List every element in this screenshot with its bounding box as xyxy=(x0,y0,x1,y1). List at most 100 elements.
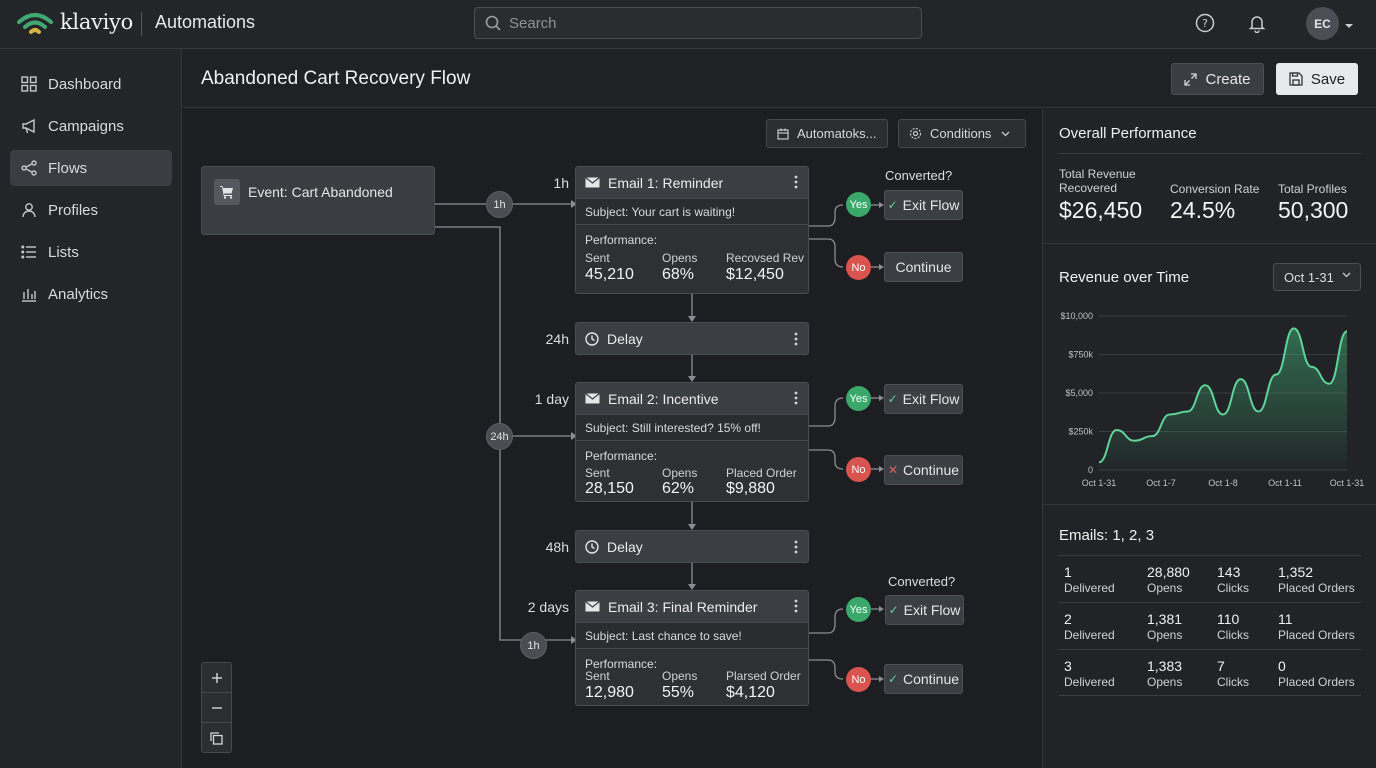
outcome-label: Continue xyxy=(895,259,952,275)
continue-button[interactable]: Continue xyxy=(884,252,963,282)
clicks-value: 7 xyxy=(1217,658,1225,674)
outcome-label: Continue xyxy=(903,462,960,478)
delivered-label: Delivered xyxy=(1064,628,1115,642)
gear-icon xyxy=(909,127,922,140)
continue-button[interactable]: ✓ Continue xyxy=(884,664,963,694)
more-vertical-icon[interactable] xyxy=(794,391,798,405)
wait-pill[interactable]: 1h xyxy=(486,191,513,218)
time-label: 48h xyxy=(545,539,569,555)
section-divider xyxy=(1043,504,1376,505)
search-box[interactable] xyxy=(474,7,922,39)
expand-icon xyxy=(1184,72,1198,86)
trigger-label: Event: Cart Abandoned xyxy=(248,184,393,200)
zoom-out-button[interactable] xyxy=(202,693,231,723)
email-stats-row[interactable]: 2 Delivered 1,381 Opens 110 Clicks 11 Pl… xyxy=(1059,602,1361,649)
orders-label: Placed Orders xyxy=(1278,628,1355,642)
x-tick-label: Oct 1-11 xyxy=(1268,478,1302,488)
cart-icon xyxy=(214,179,240,205)
clock-icon xyxy=(585,331,599,346)
sidebar-item-analytics[interactable]: Analytics xyxy=(10,276,172,312)
orders-label: Placed Orders xyxy=(1278,675,1355,689)
email-node-3[interactable]: Email 3: Final Reminder Subject: Last ch… xyxy=(575,590,809,706)
create-button[interactable]: Create xyxy=(1171,63,1264,95)
clicks-value: 143 xyxy=(1217,564,1241,580)
email-id: 2 xyxy=(1064,611,1072,627)
no-badge: No xyxy=(846,667,871,692)
date-range-select[interactable]: Oct 1-31 xyxy=(1273,263,1361,291)
exit-flow-button[interactable]: ✓ Exit Flow xyxy=(885,595,964,625)
revenue-area xyxy=(1099,328,1347,470)
fit-view-button[interactable] xyxy=(202,723,231,753)
trigger-node[interactable]: Event: Cart Abandoned xyxy=(201,166,435,235)
bell-icon[interactable] xyxy=(1246,12,1268,34)
sidebar-item-campaigns[interactable]: Campaigns xyxy=(10,108,172,144)
sidebar-item-label: Campaigns xyxy=(48,117,124,135)
sidebar-item-lists[interactable]: Lists xyxy=(10,234,172,270)
automations-dropdown[interactable]: Automatoks... xyxy=(766,119,888,148)
avatar[interactable]: EC xyxy=(1306,7,1339,40)
email-node-2[interactable]: Email 2: Incentive Subject: Still intere… xyxy=(575,382,809,502)
stat-value: $12,450 xyxy=(726,266,784,283)
opens-value: 1,383 xyxy=(1147,658,1183,674)
stat-value: 45,210 xyxy=(585,266,634,283)
exit-flow-button[interactable]: ✓ Exit Flow xyxy=(884,384,963,414)
email-node-1[interactable]: Email 1: Reminder Subject: Your cart is … xyxy=(575,166,809,294)
check-icon: ✓ xyxy=(887,392,898,406)
yes-badge: Yes xyxy=(846,192,871,217)
brand-name: klaviyo xyxy=(60,10,133,34)
y-tick-label: $750k xyxy=(1068,350,1093,360)
y-tick-label: $10,000 xyxy=(1060,311,1093,321)
stat-label: Sent xyxy=(585,466,610,480)
wait-pill[interactable]: 1h xyxy=(520,632,547,659)
delay-node-2[interactable]: Delay xyxy=(575,530,809,563)
wait-pill[interactable]: 24h xyxy=(486,423,513,450)
more-vertical-icon[interactable] xyxy=(794,175,798,189)
conditions-dropdown[interactable]: Conditions xyxy=(898,119,1026,148)
more-vertical-icon[interactable] xyxy=(794,540,798,554)
x-tick-label: Oct 1-31 xyxy=(1082,478,1117,488)
chevron-down-icon[interactable] xyxy=(1344,17,1354,35)
perf-label: Performance: xyxy=(585,233,658,247)
exit-flow-button[interactable]: ✓ Exit Flow xyxy=(884,190,963,220)
sidebar-item-profiles[interactable]: Profiles xyxy=(10,192,172,228)
sidebar-item-label: Flows xyxy=(48,159,88,177)
floppy-icon xyxy=(1289,72,1303,86)
delay-label: Delay xyxy=(607,330,643,347)
x-tick-label: Oct 1-7 xyxy=(1146,478,1176,488)
overall-performance-title: Overall Performance xyxy=(1059,125,1197,142)
no-badge: No xyxy=(846,457,871,482)
time-label: 1 day xyxy=(534,391,569,407)
sidebar-item-dashboard[interactable]: Dashboard xyxy=(10,66,172,102)
stat-value: 62% xyxy=(662,480,695,497)
more-vertical-icon[interactable] xyxy=(794,332,798,346)
email-stats-row[interactable]: 3 Delivered 1,383 Opens 7 Clicks 0 Place… xyxy=(1059,649,1361,696)
sidebar-item-flows[interactable]: Flows xyxy=(10,150,172,186)
envelope-icon xyxy=(585,393,600,404)
save-button[interactable]: Save xyxy=(1276,63,1358,95)
delay-node-1[interactable]: Delay xyxy=(575,322,809,355)
delivered-label: Delivered xyxy=(1064,675,1115,689)
stat-value: 68% xyxy=(662,266,695,283)
stat-value: $4,120 xyxy=(726,684,775,701)
flow-canvas[interactable]: Automatoks... Conditions Event: Cart Aba… xyxy=(183,109,1042,768)
zoom-controls xyxy=(201,662,232,753)
continue-button[interactable]: ✕ Continue xyxy=(884,455,963,485)
stat-label: Opens xyxy=(662,466,698,480)
revenue-chart: $10,000 $750k $5,000 $250k 0 Oct 1-31 Oct 1-7… xyxy=(1060,311,1364,488)
logo[interactable]: klaviyo xyxy=(16,8,133,36)
app-title: Automations xyxy=(155,12,256,32)
outcome-label: Continue xyxy=(903,671,960,687)
search-input[interactable] xyxy=(509,14,909,32)
more-vertical-icon[interactable] xyxy=(794,599,798,613)
opens-label: Opens xyxy=(1147,581,1183,595)
email-stats-row[interactable]: 1 Delivered 28,880 Opens 143 Clicks 1,35… xyxy=(1059,555,1361,602)
sidebar-item-label: Dashboard xyxy=(48,75,122,93)
kpi-label: Total Revenue Recovered xyxy=(1059,167,1136,195)
stat-label: Opens xyxy=(662,669,698,683)
orders-label: Placed Orders xyxy=(1278,581,1355,595)
help-icon[interactable]: ? xyxy=(1194,12,1216,34)
perf-label: Performance: xyxy=(585,449,658,463)
stat-value: 28,150 xyxy=(585,480,634,497)
zoom-in-button[interactable] xyxy=(202,663,231,693)
stat-label: Plarsed Order xyxy=(726,669,801,683)
